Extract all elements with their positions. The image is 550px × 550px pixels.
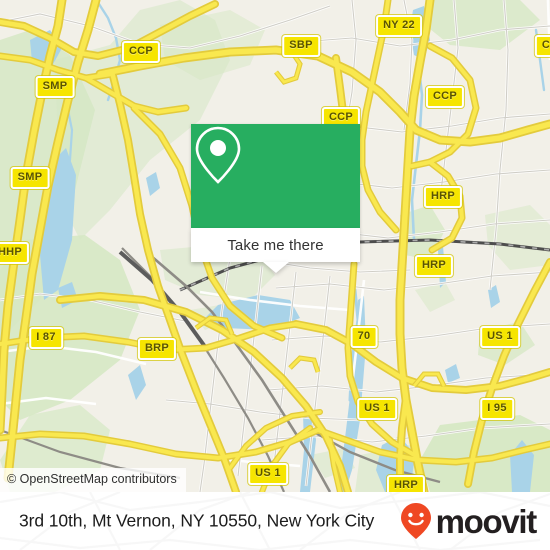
moovit-wordmark: moovit [435,502,538,540]
road-shield: I 87 [29,327,63,349]
road-shield: NY 22 [376,15,422,37]
address-label: 3rd 10th, Mt Vernon, NY 10550, New York … [19,510,375,531]
road-shield: I 95 [480,398,514,420]
popup-footer[interactable]: Take me there [191,228,360,262]
map-pin-icon [195,126,241,184]
popup-pointer-tail [262,262,289,273]
road-shield: 70 [350,326,378,348]
road-shield: HRP [414,255,454,277]
road-shield: SBP [282,35,320,57]
road-shield: C [534,35,550,57]
map-canvas[interactable]: CCP SBP NY 22 C SMP CCP CCP SMP HRP HHP HRP I 87 BRP… [0,0,550,492]
road-shield: US 1 [248,463,288,485]
location-popup-card[interactable]: Take me there [191,124,360,273]
moovit-logo[interactable]: moovit [399,502,538,540]
footer-bar: 3rd 10th, Mt Vernon, NY 10550, New York … [0,492,550,550]
road-shield: US 1 [357,398,397,420]
moovit-smiley-pin-icon [400,503,431,539]
road-shield: BRP [137,338,177,360]
road-shield: HRP [423,186,463,208]
road-shield: US 1 [480,326,520,348]
popup-header [191,124,360,228]
osm-attribution[interactable]: © OpenStreetMap contributors [0,468,186,492]
road-shield: HRP [386,475,426,492]
road-shield: CCP [425,86,465,108]
road-shield: HHP [0,242,30,264]
moovit-map-screenshot: CCP SBP NY 22 C SMP CCP CCP SMP HRP HHP HRP I 87 BRP… [0,0,550,550]
road-shield: SMP [10,167,50,189]
road-shield: SMP [35,76,75,98]
road-shield: CCP [121,41,161,63]
take-me-there-label: Take me there [227,236,324,254]
